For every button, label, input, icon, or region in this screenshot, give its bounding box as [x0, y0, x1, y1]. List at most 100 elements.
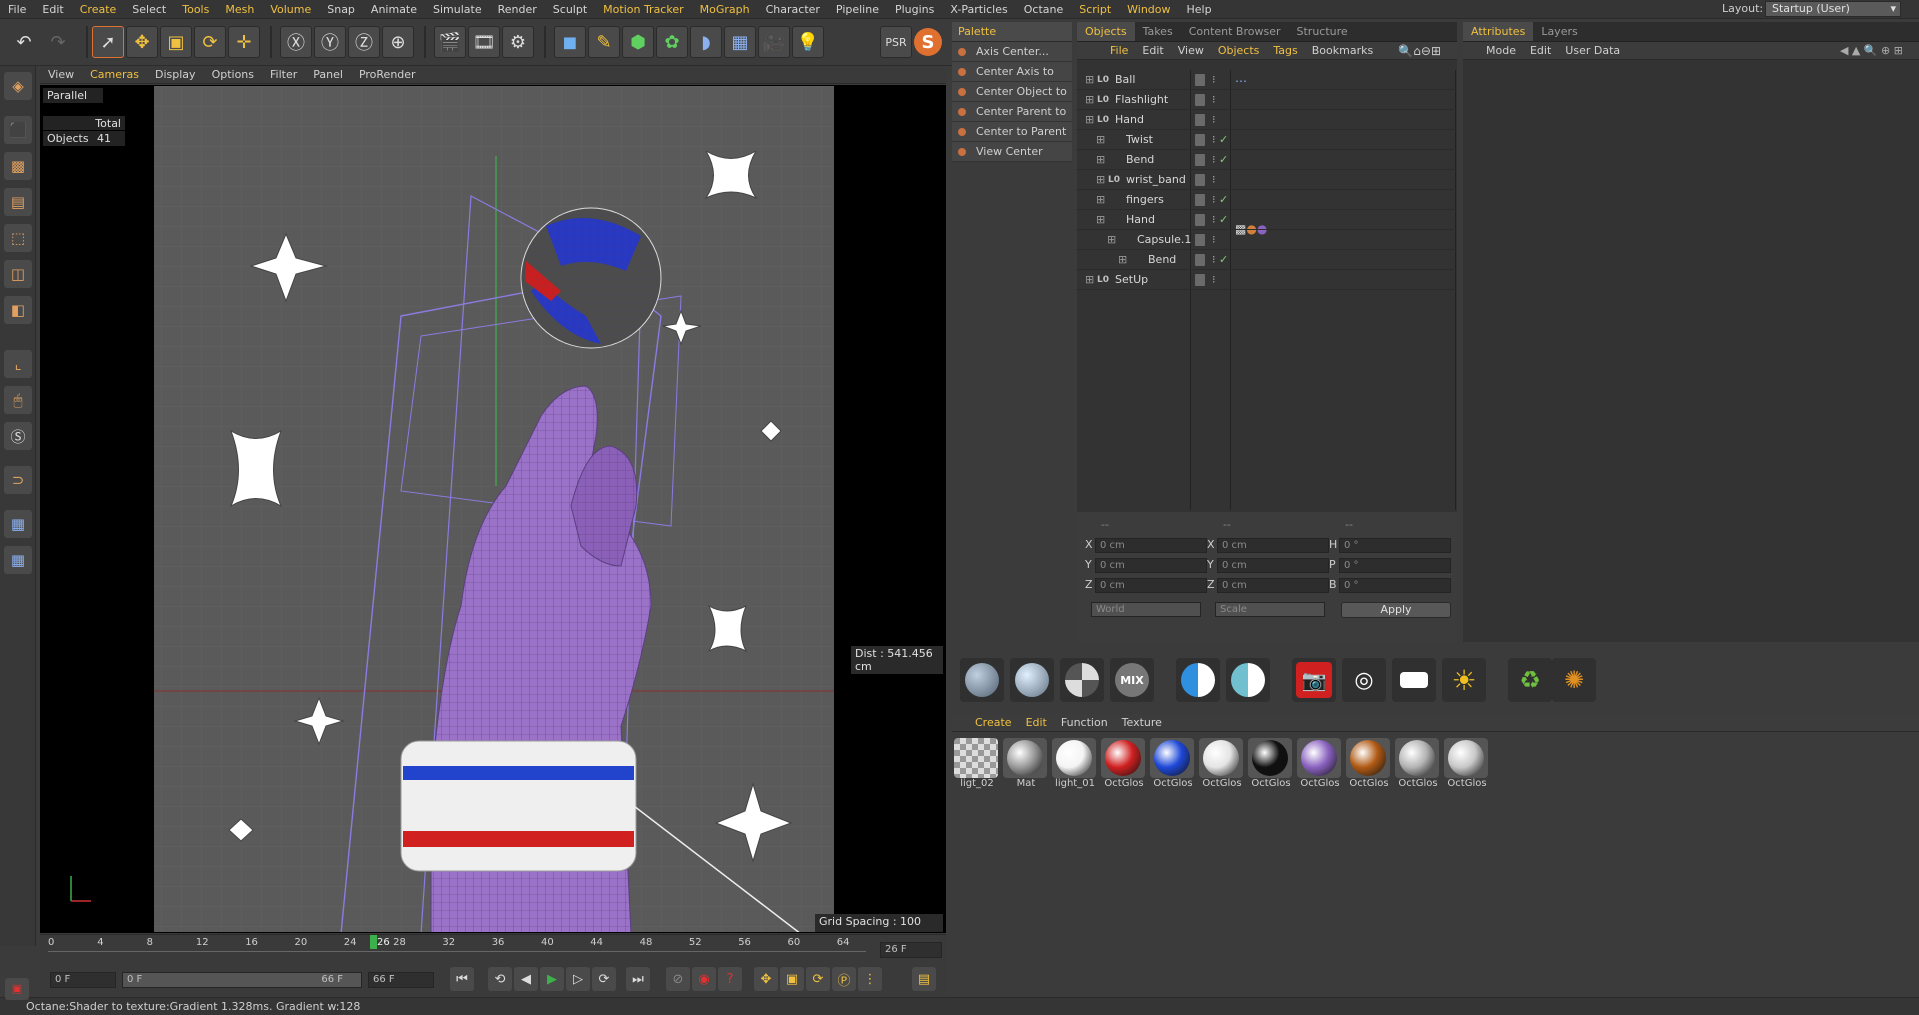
menu-mesh[interactable]: Mesh — [217, 3, 262, 16]
render-visibility-dots[interactable]: ⁝ — [1212, 153, 1216, 166]
coordinate-system-icon[interactable]: ⊕ — [382, 26, 414, 58]
visibility-toggle[interactable] — [1195, 134, 1205, 146]
viewport-menu-cameras[interactable]: Cameras — [82, 68, 147, 81]
magnet-icon[interactable]: ⊃ — [4, 466, 32, 494]
menu-render[interactable]: Render — [490, 3, 545, 16]
viewport-menu-filter[interactable]: Filter — [262, 68, 305, 81]
viewport-menu-options[interactable]: Options — [204, 68, 262, 81]
octane-mix-icon[interactable]: MIX — [1110, 658, 1154, 702]
expand-toggle-icon[interactable]: ⊞ — [1096, 213, 1105, 226]
menu-edit[interactable]: Edit — [1523, 44, 1558, 57]
menu-tools[interactable]: Tools — [174, 3, 217, 16]
menu-sculpt[interactable]: Sculpt — [545, 3, 595, 16]
coord-value-field[interactable]: 0 ° — [1339, 578, 1451, 593]
y-axis-lock-icon[interactable]: Ⓨ — [314, 26, 346, 58]
object-row-flashlight[interactable]: ⊞ L0 Flashlight ⁝ — [1077, 90, 1457, 110]
object-name[interactable]: Bend — [1148, 253, 1176, 266]
visibility-toggle[interactable] — [1195, 94, 1205, 106]
key-pla-icon[interactable]: ⋮ — [858, 967, 882, 991]
expand-toggle-icon[interactable]: ⊞ — [1096, 193, 1105, 206]
visibility-toggle[interactable] — [1195, 214, 1205, 226]
render-visibility-dots[interactable]: ⁝ — [1212, 253, 1216, 266]
menu-file[interactable]: File — [0, 3, 34, 16]
render-view-icon[interactable]: 🎬 — [434, 26, 466, 58]
frame-range-slider[interactable]: 0 F 66 F — [122, 972, 362, 988]
coord-value-field[interactable]: 0 ° — [1339, 558, 1451, 573]
light-icon[interactable]: 💡 — [792, 26, 824, 58]
object-name[interactable]: Flashlight — [1115, 93, 1168, 106]
enabled-check-icon[interactable]: ✓ — [1219, 193, 1228, 206]
points-mode-icon[interactable]: ⬚ — [4, 224, 32, 252]
material-swatch[interactable]: OctGlos — [1248, 738, 1294, 794]
apply-button[interactable]: Apply — [1341, 602, 1451, 618]
menu-tags[interactable]: Tags — [1266, 44, 1304, 57]
menu-octane[interactable]: Octane — [1016, 3, 1072, 16]
key-position-icon[interactable]: ✥ — [754, 967, 778, 991]
expand-toggle-icon[interactable]: ⊞ — [1096, 173, 1105, 186]
object-name[interactable]: Hand — [1115, 113, 1144, 126]
menu-create[interactable]: Create — [72, 3, 125, 16]
material-swatch[interactable]: OctGlos — [1297, 738, 1343, 794]
material-swatch[interactable]: OctGlos — [1199, 738, 1245, 794]
render-visibility-dots[interactable]: ⁝ — [1212, 273, 1216, 286]
menu-edit[interactable]: Edit — [1019, 716, 1054, 729]
material-swatch[interactable]: ligt_02 — [954, 738, 1000, 794]
expand-toggle-icon[interactable]: ⊞ — [1096, 133, 1105, 146]
menu-volume[interactable]: Volume — [262, 3, 319, 16]
render-visibility-dots[interactable]: ⁝ — [1212, 73, 1216, 86]
attributes-nav-icons[interactable]: ◀ ▲ 🔍 ⊕ ⊞ — [1840, 44, 1903, 57]
axis-mode-icon[interactable]: ⌞ — [4, 350, 32, 378]
texture-mode-icon[interactable]: ▩ — [4, 152, 32, 180]
timeline-window-icon[interactable]: ▤ — [912, 967, 936, 991]
live-selection-icon[interactable]: ✛ — [228, 26, 260, 58]
enabled-check-icon[interactable]: ✓ — [1219, 253, 1228, 266]
menu-function[interactable]: Function — [1054, 716, 1115, 729]
expand-toggle-icon[interactable]: ⊞ — [1085, 73, 1094, 86]
x-axis-lock-icon[interactable]: Ⓧ — [280, 26, 312, 58]
select-tool-icon[interactable]: ➚ — [92, 26, 124, 58]
visibility-toggle[interactable] — [1195, 234, 1205, 246]
viewport-menu-view[interactable]: View — [40, 68, 82, 81]
menu-create[interactable]: Create — [968, 716, 1019, 729]
palette-item-center-object-to[interactable]: Center Object to — [952, 82, 1072, 102]
menu-texture[interactable]: Texture — [1115, 716, 1169, 729]
render-visibility-dots[interactable]: ⁝ — [1212, 133, 1216, 146]
tweak-mode-icon[interactable]: 🖱 — [4, 386, 32, 414]
material-swatch[interactable]: light_01 — [1052, 738, 1098, 794]
coord-mode-select[interactable]: World — [1091, 602, 1201, 617]
workplane-icon[interactable]: ▤ — [4, 188, 32, 216]
undo-icon[interactable]: ↶ — [8, 26, 40, 58]
enabled-check-icon[interactable]: ✓ — [1219, 153, 1228, 166]
coord-value-field[interactable]: 0 ° — [1339, 538, 1451, 553]
viewport-menu-panel[interactable]: Panel — [305, 68, 351, 81]
menu-x-particles[interactable]: X-Particles — [942, 3, 1015, 16]
palette-item-center-parent-to[interactable]: Center Parent to — [952, 102, 1072, 122]
octane-mix-checker-icon[interactable] — [1060, 658, 1104, 702]
viewport[interactable]: Parallel Total Objects 41 Dist: 541.456… — [40, 85, 946, 933]
object-name[interactable]: Ball — [1115, 73, 1135, 86]
goto-next-key-icon[interactable]: ⟳ — [592, 967, 616, 991]
scale-tool-icon[interactable]: ▣ — [160, 26, 192, 58]
object-row-wrist-band[interactable]: ⊞ L0 wrist_band ⁝ — [1077, 170, 1457, 190]
rotate-tool-icon[interactable]: ⟳ — [194, 26, 226, 58]
enabled-check-icon[interactable]: ✓ — [1219, 213, 1228, 226]
locked-workplane-icon[interactable]: ▦ — [4, 546, 32, 574]
floor-icon[interactable]: ▦ — [724, 26, 756, 58]
menu-simulate[interactable]: Simulate — [425, 3, 490, 16]
object-name[interactable]: wrist_band — [1126, 173, 1186, 186]
tab-structure[interactable]: Structure — [1289, 22, 1356, 41]
tab-content-browser[interactable]: Content Browser — [1181, 22, 1289, 41]
goto-start-icon[interactable]: ⏮ — [450, 967, 474, 991]
render-settings-icon[interactable]: ⚙ — [502, 26, 534, 58]
visibility-toggle[interactable] — [1195, 74, 1205, 86]
menu-animate[interactable]: Animate — [363, 3, 425, 16]
object-row-ball[interactable]: ⊞ L0 Ball ⁝ — [1077, 70, 1457, 90]
make-editable-icon[interactable]: ◈ — [4, 72, 32, 100]
render-visibility-dots[interactable]: ⁝ — [1212, 93, 1216, 106]
material-swatch[interactable]: OctGlos — [1395, 738, 1441, 794]
octane-area-light-icon[interactable] — [1392, 658, 1436, 702]
object-row-bend[interactable]: ⊞ Bend ⁝ ✓ — [1077, 250, 1457, 270]
render-visibility-dots[interactable]: ⁝ — [1212, 193, 1216, 206]
autokey-icon[interactable]: ◉ — [692, 967, 716, 991]
object-row-fingers[interactable]: ⊞ fingers ⁝ ✓ — [1077, 190, 1457, 210]
